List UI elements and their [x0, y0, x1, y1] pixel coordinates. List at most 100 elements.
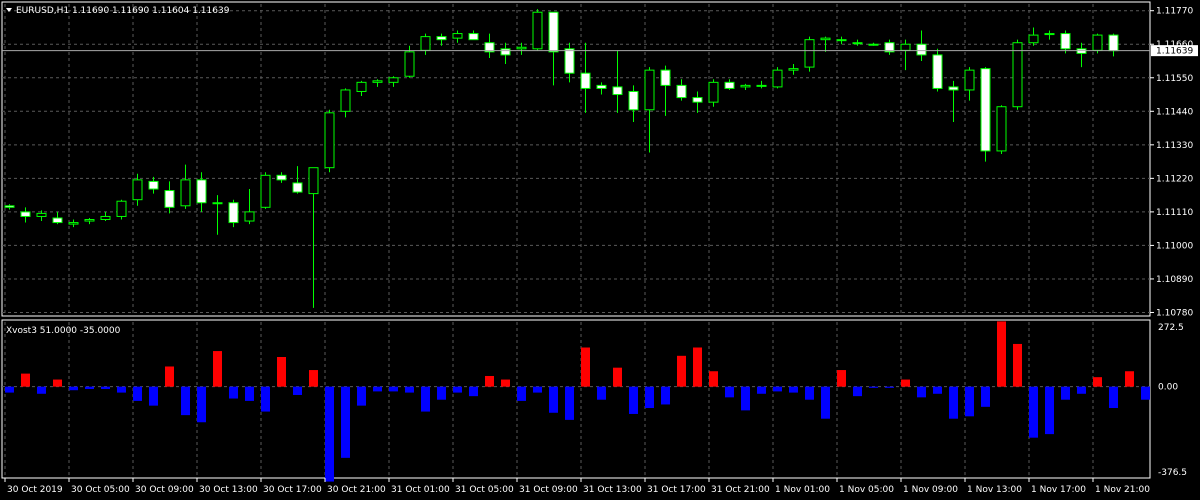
histogram-bar — [773, 386, 782, 392]
candle-body — [468, 33, 479, 41]
candle-body — [356, 81, 367, 92]
candle-body — [308, 167, 319, 195]
price-tick-label: 1.11000 — [1156, 241, 1193, 251]
histogram-bar — [133, 386, 142, 401]
time-tick-label: 1 Nov 21:00 — [1095, 485, 1150, 495]
candle — [1060, 30, 1071, 54]
histogram-bar — [357, 386, 366, 406]
candle — [628, 85, 639, 122]
histogram-bar — [101, 386, 110, 390]
candle — [484, 33, 495, 58]
symbol-header: EURUSD,H1 1.11690 1.11690 1.11604 1.1163… — [16, 6, 230, 16]
candle-body — [868, 43, 879, 46]
candle-body — [68, 222, 79, 225]
candle — [468, 30, 479, 41]
histogram-bar — [1077, 386, 1086, 394]
histogram-bar — [821, 386, 830, 419]
candle-body — [772, 69, 783, 88]
price-tick-label: 1.11220 — [1156, 174, 1193, 184]
histogram-bar — [517, 386, 526, 401]
grid — [2, 4, 1150, 478]
histogram-bar — [581, 347, 590, 387]
candle — [724, 79, 735, 90]
histogram-bar — [725, 386, 734, 398]
histogram-bar — [1125, 371, 1134, 387]
candle — [20, 207, 31, 223]
histogram-bar — [485, 375, 494, 387]
candle-body — [564, 48, 575, 74]
candle-body — [676, 84, 687, 99]
histogram-bar — [629, 386, 638, 414]
histogram-bar — [293, 386, 302, 395]
candle — [148, 176, 159, 194]
candle-body — [948, 86, 959, 91]
time-tick-label: 30 Oct 17:00 — [263, 485, 322, 495]
candle-body — [1092, 34, 1103, 51]
histogram-bar — [373, 386, 382, 392]
indicator-tick-label: -376.5 — [1158, 468, 1187, 478]
price-tick-label: 1.11550 — [1156, 74, 1193, 84]
candle — [4, 204, 15, 210]
candle — [772, 67, 783, 89]
candle-body — [612, 86, 623, 96]
histogram-bar — [501, 379, 510, 387]
candle-body — [404, 51, 415, 77]
candle-body — [532, 11, 543, 50]
histogram-bar — [469, 386, 478, 397]
histogram-bar — [933, 386, 942, 394]
candle-body — [100, 215, 111, 221]
candle — [532, 9, 543, 51]
candle-body — [372, 80, 383, 83]
histogram-bar — [1029, 386, 1038, 438]
histogram-bar — [229, 386, 238, 399]
candle — [932, 48, 943, 92]
candle — [340, 88, 351, 118]
candle — [708, 79, 719, 107]
candle-body — [852, 42, 863, 45]
candle — [756, 80, 767, 89]
histogram-bar — [69, 386, 78, 391]
histogram-bar — [565, 386, 574, 420]
candle — [452, 30, 463, 43]
histogram-bar — [709, 371, 718, 387]
candle-body — [196, 179, 207, 204]
histogram-bar — [277, 357, 286, 387]
time-tick-label: 30 Oct 21:00 — [327, 485, 386, 495]
candle — [324, 109, 335, 173]
histogram-bar — [421, 386, 430, 412]
candle — [1108, 33, 1119, 57]
candle-body — [4, 205, 15, 208]
histogram-bar — [965, 386, 974, 417]
indicator-tick-label: 0.00 — [1158, 383, 1178, 393]
dropdown-triangle-icon[interactable] — [6, 8, 12, 12]
candle-body — [916, 43, 927, 56]
candle — [644, 67, 655, 153]
candle-body — [1060, 33, 1071, 50]
histogram-bar — [869, 386, 878, 388]
candle-body — [932, 54, 943, 89]
candle-body — [692, 97, 703, 103]
candle — [804, 36, 815, 72]
trading-chart[interactable]: 1.117701.116601.115501.114401.113301.112… — [0, 0, 1200, 500]
histogram-bar — [757, 386, 766, 394]
histogram-bar — [805, 386, 814, 400]
histogram-bar — [181, 386, 190, 416]
histogram-bar — [1109, 386, 1118, 409]
candle — [52, 211, 63, 225]
candle — [244, 189, 255, 225]
candle-body — [52, 217, 63, 224]
indicator-panel-frame — [1, 319, 1151, 479]
candle — [196, 172, 207, 212]
candle — [868, 42, 879, 46]
histogram-bar — [997, 321, 1006, 387]
candle — [596, 82, 607, 95]
histogram-bar — [85, 386, 94, 390]
price-tick-label: 1.11440 — [1156, 107, 1193, 117]
candle-body — [260, 174, 271, 208]
time-tick-label: 1 Nov 01:00 — [775, 485, 830, 495]
candle-body — [980, 68, 991, 152]
histogram-bar — [837, 370, 846, 387]
histogram-bar — [981, 386, 990, 407]
candle — [660, 65, 671, 116]
candle-body — [1028, 34, 1039, 44]
